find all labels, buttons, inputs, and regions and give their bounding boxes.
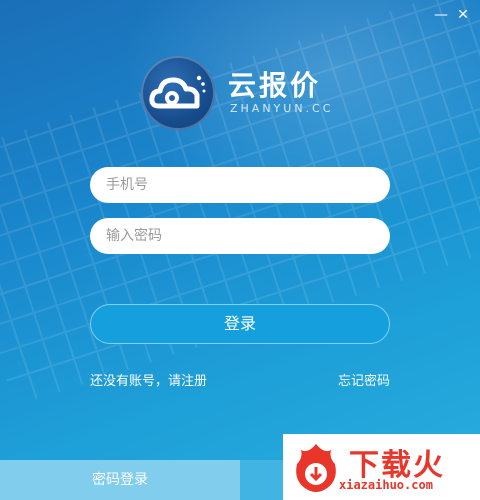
logo	[141, 56, 215, 130]
forgot-password-link[interactable]: 忘记密码	[338, 370, 390, 389]
register-link[interactable]: 还没有账号，请注册	[90, 370, 207, 389]
close-button[interactable]: ✕	[454, 6, 472, 24]
watermark: 下载火 xiazaihuo.com	[283, 434, 480, 500]
brand-name: 云报价	[228, 69, 322, 102]
password-input[interactable]	[90, 218, 390, 254]
watermark-url: xiazaihuo.com	[339, 478, 433, 492]
login-window: — ✕ 云报价 ZHANYUN.CC 登录 还没有账号，请注册 忘记密码 密码登…	[0, 0, 480, 500]
minimize-button[interactable]: —	[432, 6, 450, 24]
login-button[interactable]: 登录	[90, 304, 390, 344]
phone-input[interactable]	[90, 167, 390, 203]
flame-icon	[296, 444, 336, 492]
cloud-icon	[149, 75, 206, 109]
tab-password-login[interactable]: 密码登录	[0, 460, 240, 500]
brand-subtitle: ZHANYUN.CC	[230, 102, 334, 115]
